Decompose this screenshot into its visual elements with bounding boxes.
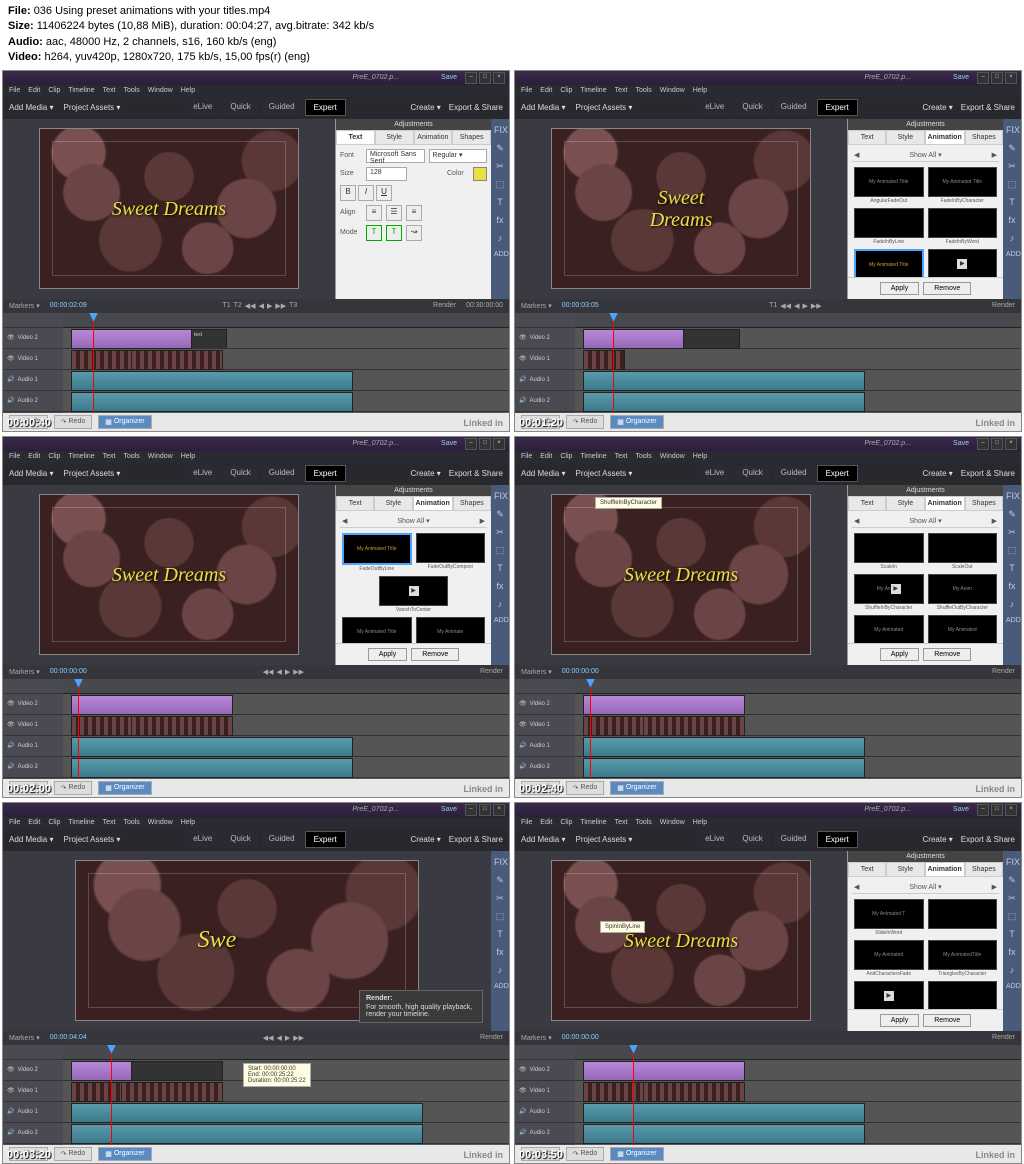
add-media-button[interactable]: Add Media ▾: [9, 103, 53, 112]
redo-button[interactable]: ↷ Redo: [54, 415, 93, 429]
adjustments-panel: Adjustments TextStyleAnimationShapes Fon…: [335, 119, 491, 299]
transitions-icon[interactable]: ⬚: [494, 179, 506, 191]
edit-icon[interactable]: ✎: [494, 143, 506, 155]
panel-tab-text[interactable]: Text: [336, 130, 375, 145]
align-right-icon[interactable]: ≡: [406, 205, 422, 221]
title-clip[interactable]: [71, 329, 193, 349]
preview-monitor: Sweet Dreams: [3, 119, 335, 299]
clip-tooltip: Start: 00:00:00:00End: 00:00:25:22Durati…: [243, 1063, 311, 1087]
fix-icon[interactable]: FIX: [494, 125, 506, 137]
export-button[interactable]: Export & Share: [449, 103, 503, 112]
thumbnail-2: PreE_0702.p...Save–□× FileEditClipTimeli…: [514, 70, 1022, 432]
fx-icon[interactable]: fx: [494, 215, 506, 227]
panel-tab-style[interactable]: Style: [375, 130, 414, 145]
preset-selected[interactable]: My Animated Title: [854, 249, 924, 277]
mode-vert-icon[interactable]: T: [386, 225, 402, 241]
timestamp: 00:00:40: [7, 417, 51, 429]
thumbnail-4: PreE_0702.p...Save–□× FileEditClipTimeli…: [514, 436, 1022, 798]
bold-button[interactable]: B: [340, 185, 356, 201]
title-text[interactable]: Sweet Dreams: [112, 198, 226, 220]
add-icon[interactable]: ADD: [494, 251, 506, 263]
align-center-icon[interactable]: ☰: [386, 205, 402, 221]
thumbnail-grid: PreE_0702.p...Save–□× FileEditClipTimeli…: [0, 70, 1024, 1164]
music-icon[interactable]: ♪: [494, 233, 506, 245]
menu-bar[interactable]: FileEditClipTimelineTextToolsWindowHelp: [3, 85, 509, 97]
mode-path-icon[interactable]: ↝: [406, 225, 422, 241]
size-input[interactable]: 128: [366, 167, 407, 181]
tools-icon[interactable]: ✂: [494, 161, 506, 173]
linkedin-logo: Linked in: [463, 418, 503, 428]
mode-horiz-icon[interactable]: T: [366, 225, 382, 241]
preset-item[interactable]: My Animated Title: [854, 167, 924, 197]
tab-guided[interactable]: Guided: [261, 99, 303, 116]
right-sidebar: FIX ✎ ✂ ⬚ Tfx ♪ ADD: [491, 119, 509, 299]
play-icon: ▶: [409, 586, 419, 596]
organizer-button[interactable]: ▦ Organizer: [98, 415, 151, 429]
panel-tab-shapes[interactable]: Shapes: [452, 130, 491, 145]
thumbnail-6: PreE_0702.p...Save–□× FileEditClipTimeli…: [514, 802, 1022, 1164]
panel-tab-animation[interactable]: Animation: [414, 130, 453, 145]
audio-clip[interactable]: [71, 371, 353, 391]
weight-select[interactable]: Regular ▾: [429, 149, 488, 163]
font-input[interactable]: Microsoft Sans Serif: [366, 149, 425, 163]
timeline[interactable]: 👁 Video 2👁 Video 1🔊 Audio 1🔊 Audio 2 tex…: [3, 313, 509, 413]
tab-quick[interactable]: Quick: [222, 99, 258, 116]
align-left-icon[interactable]: ≡: [366, 205, 382, 221]
italic-button[interactable]: I: [358, 185, 374, 201]
render-tooltip: Render:For smooth, high quality playback…: [359, 990, 483, 1023]
play-icon[interactable]: ▶: [957, 259, 967, 269]
thumbnail-5: PreE_0702.p...Save–□× FileEditClipTimeli…: [2, 802, 510, 1164]
close-icon[interactable]: ×: [493, 72, 505, 84]
tab-elive[interactable]: eLive: [185, 99, 220, 116]
tab-expert[interactable]: Expert: [305, 99, 346, 116]
project-assets-button[interactable]: Project Assets ▾: [63, 103, 120, 112]
file-info-header: File: 036 Using preset animations with y…: [0, 0, 1024, 70]
app-bar: Add Media ▾ Project Assets ▾ eLiveQuickGu…: [3, 97, 509, 119]
thumbnail-1: PreE_0702.p...Save–□× FileEditClipTimeli…: [2, 70, 510, 432]
underline-button[interactable]: U: [376, 185, 392, 201]
color-swatch[interactable]: [473, 167, 487, 181]
video-clip[interactable]: [71, 350, 133, 370]
create-button[interactable]: Create ▾: [411, 103, 441, 112]
remove-button[interactable]: Remove: [923, 282, 971, 295]
maximize-icon[interactable]: □: [479, 72, 491, 84]
apply-button[interactable]: Apply: [880, 282, 920, 295]
minimize-icon[interactable]: –: [465, 72, 477, 84]
thumbnail-3: PreE_0702.p...Save–□× FileEditClipTimeli…: [2, 436, 510, 798]
titles-icon[interactable]: T: [494, 197, 506, 209]
